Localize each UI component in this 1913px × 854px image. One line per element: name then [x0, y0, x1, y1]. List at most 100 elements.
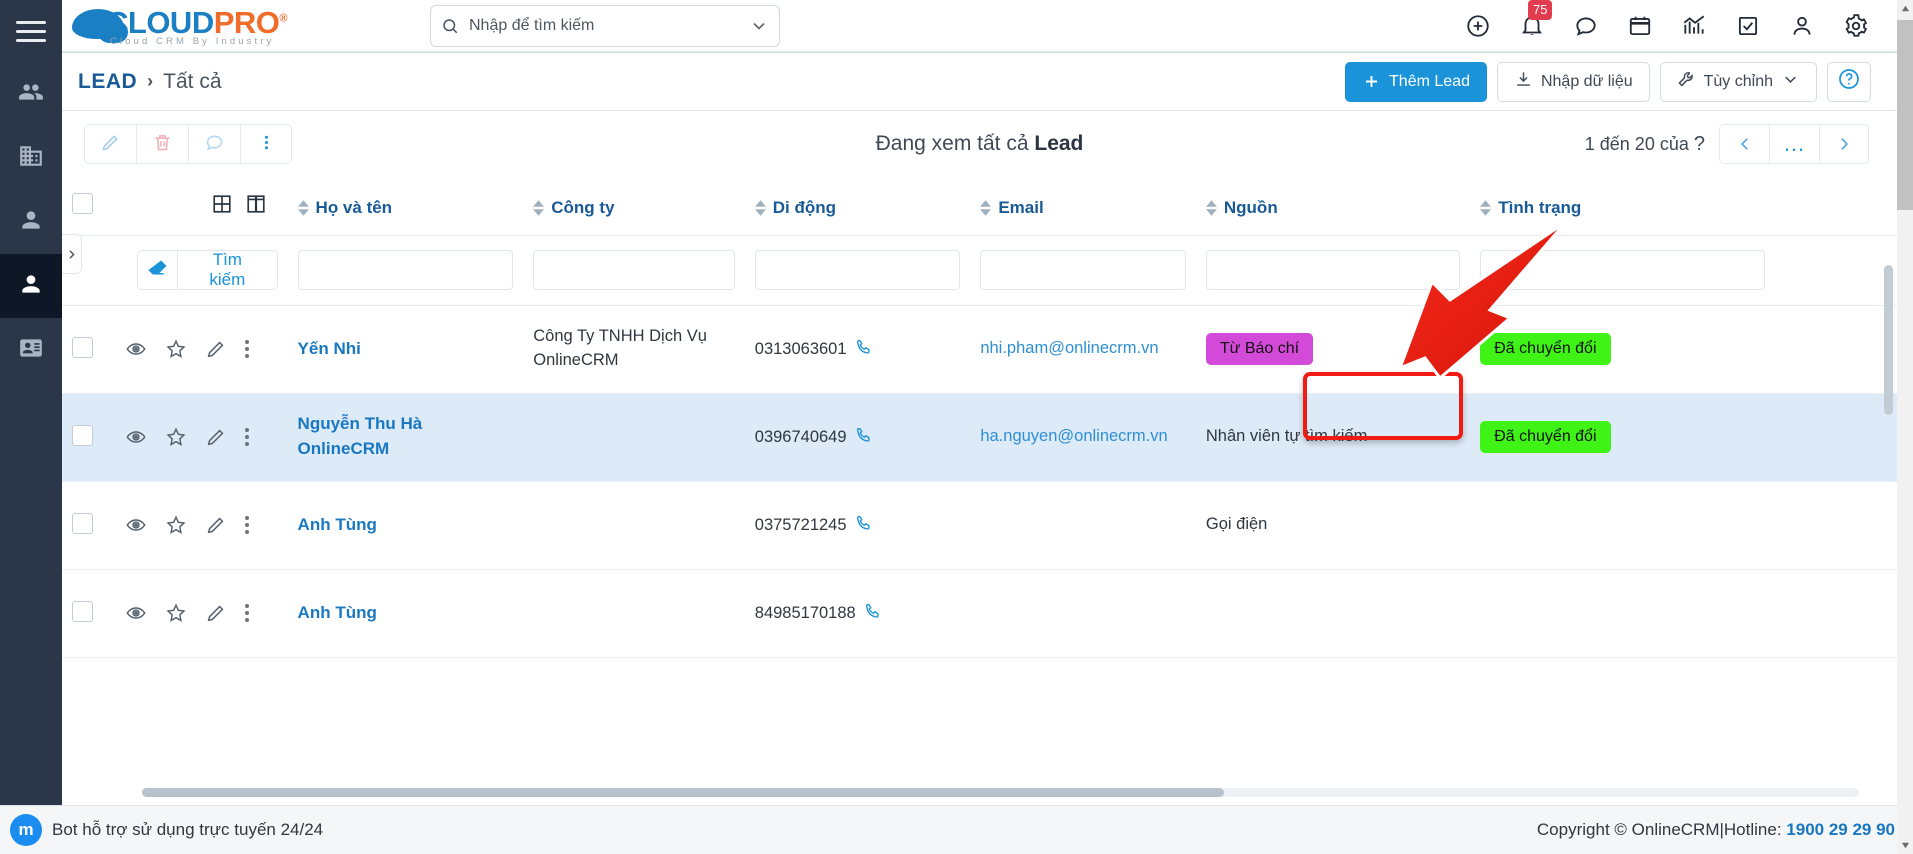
filter-input-status[interactable]	[1480, 250, 1766, 290]
sidebar-item-reports[interactable]	[0, 318, 62, 382]
filter-cell-name	[288, 235, 524, 305]
table-row[interactable]: Anh Tùng 0375721245 Gọi điện	[62, 481, 1897, 569]
pencil-icon[interactable]	[205, 602, 227, 624]
edit-button[interactable]	[84, 124, 136, 164]
split-view-icon[interactable]	[245, 193, 267, 219]
pagination-range-text: 1 đến 20 của	[1584, 133, 1689, 154]
lead-name-link[interactable]: Anh Tùng	[298, 515, 377, 534]
lead-name-link[interactable]: Anh Tùng	[298, 603, 377, 622]
notification-bell-icon[interactable]: 75	[1519, 0, 1553, 39]
eye-icon[interactable]	[125, 514, 147, 536]
settings-gear-icon[interactable]	[1843, 13, 1869, 39]
vertical-dots-icon[interactable]	[244, 428, 249, 446]
hotline-number[interactable]: 1900 29 29 90	[1786, 820, 1895, 839]
pagination-total: ?	[1693, 132, 1705, 155]
add-lead-button[interactable]: Thêm Lead	[1345, 61, 1487, 102]
row-select-cell	[62, 569, 115, 657]
row-checkbox[interactable]	[72, 600, 93, 622]
horizontal-scrollbar[interactable]	[142, 788, 1859, 797]
phone-call-icon[interactable]	[864, 602, 882, 625]
next-page-button[interactable]	[1819, 124, 1869, 164]
add-icon[interactable]	[1465, 13, 1491, 39]
vertical-dots-icon[interactable]	[244, 604, 249, 622]
header-cell-source[interactable]: Nguồn	[1196, 177, 1470, 235]
star-icon[interactable]	[165, 602, 187, 624]
chevron-down-icon[interactable]	[749, 16, 769, 36]
row-checkbox[interactable]	[72, 424, 93, 446]
breadcrumb-root[interactable]: LEAD	[78, 70, 137, 94]
global-search[interactable]	[430, 4, 780, 47]
email-link[interactable]: ha.nguyen@onlinecrm.vn	[980, 427, 1167, 445]
calendar-icon[interactable]	[1627, 13, 1653, 39]
pencil-icon[interactable]	[205, 426, 227, 448]
phone-call-icon[interactable]	[855, 426, 873, 449]
scroll-down-arrow-icon[interactable]	[1897, 837, 1913, 854]
filter-input-company[interactable]	[533, 250, 735, 290]
pencil-icon[interactable]	[205, 514, 227, 536]
sidebar-item-leads[interactable]	[0, 190, 62, 254]
lead-name-link[interactable]: Yến Nhi	[298, 339, 361, 358]
vertical-dots-icon[interactable]	[244, 340, 249, 358]
grid-view-icon[interactable]	[211, 193, 233, 219]
eye-icon[interactable]	[125, 602, 147, 624]
sidebar-item-contacts-group[interactable]	[0, 62, 62, 126]
header-cell-company[interactable]: Công ty	[523, 177, 745, 235]
table-row[interactable]: Anh Tùng 84985170188	[62, 569, 1897, 657]
eye-icon[interactable]	[125, 426, 147, 448]
customize-button[interactable]: Tùy chỉnh	[1659, 61, 1817, 102]
table-row[interactable]: Yến Nhi Công Ty TNHH Dịch Vụ OnlineCRM 0…	[62, 305, 1897, 393]
breadcrumb: LEAD › Tất cả	[78, 70, 222, 94]
clear-filters-button[interactable]	[136, 250, 179, 290]
phone-call-icon[interactable]	[855, 514, 873, 537]
help-button[interactable]	[1827, 61, 1871, 102]
search-button[interactable]: Tìm kiếm	[178, 250, 278, 290]
phone-call-icon[interactable]	[855, 338, 873, 361]
header-cell-phone[interactable]: Di động	[745, 177, 971, 235]
sidebar-item-contacts[interactable]	[0, 254, 62, 318]
filter-input-name[interactable]	[297, 250, 514, 290]
select-all-checkbox[interactable]	[72, 193, 93, 215]
row-name-cell: Nguyễn Thu Hà OnlineCRM	[288, 393, 524, 481]
hamburger-menu-icon[interactable]	[0, 0, 62, 62]
sidebar-item-organizations[interactable]	[0, 126, 62, 190]
header-cell-name[interactable]: Họ và tên	[288, 177, 524, 235]
row-email-cell	[970, 569, 1196, 657]
user-account-icon[interactable]	[1789, 13, 1815, 39]
phone-text: 0375721245	[754, 515, 847, 534]
pencil-icon	[100, 132, 121, 157]
table-row[interactable]: Nguyễn Thu Hà OnlineCRM 0396740649 ha.ng…	[62, 393, 1897, 481]
email-link[interactable]: nhi.pham@onlinecrm.vn	[980, 339, 1158, 357]
star-icon[interactable]	[165, 338, 187, 360]
task-checkbox-icon[interactable]	[1735, 13, 1761, 39]
prev-page-button[interactable]	[1719, 124, 1769, 164]
chat-bubble-icon[interactable]	[1573, 13, 1599, 39]
star-icon[interactable]	[165, 514, 187, 536]
comment-button[interactable]	[188, 124, 240, 164]
lead-name-link[interactable]: Nguyễn Thu Hà OnlineCRM	[298, 414, 423, 458]
filter-input-email[interactable]	[980, 250, 1186, 290]
search-input[interactable]	[459, 16, 749, 35]
panel-expand-button[interactable]	[62, 234, 82, 274]
header-cell-status[interactable]: Tình trạng	[1470, 177, 1775, 235]
row-checkbox[interactable]	[72, 336, 93, 358]
import-data-button[interactable]: Nhập dữ liệu	[1496, 61, 1650, 102]
header-cell-email[interactable]: Email	[970, 177, 1196, 235]
scroll-up-arrow-icon[interactable]	[1897, 0, 1913, 17]
vertical-scrollbar[interactable]	[1884, 265, 1893, 415]
analytics-chart-icon[interactable]	[1681, 13, 1707, 39]
scrollbar-thumb[interactable]	[1897, 20, 1913, 210]
filter-input-source[interactable]	[1205, 250, 1461, 290]
star-icon[interactable]	[165, 426, 187, 448]
app-logo[interactable]: CLOUDPRO® Cloud CRM By Industry	[70, 3, 310, 49]
window-scrollbar[interactable]	[1897, 0, 1913, 854]
page-more-button[interactable]: …	[1769, 124, 1819, 164]
vertical-dots-icon[interactable]	[244, 516, 249, 534]
filter-input-phone[interactable]	[754, 250, 961, 290]
more-options-button[interactable]	[240, 124, 292, 164]
support-bot[interactable]: m Bot hỗ trợ sử dụng trực tuyến 24/24	[10, 814, 323, 846]
delete-button[interactable]	[136, 124, 188, 164]
row-name-cell: Yến Nhi	[288, 305, 524, 393]
pencil-icon[interactable]	[205, 338, 227, 360]
eye-icon[interactable]	[125, 338, 147, 360]
row-checkbox[interactable]	[72, 512, 93, 534]
